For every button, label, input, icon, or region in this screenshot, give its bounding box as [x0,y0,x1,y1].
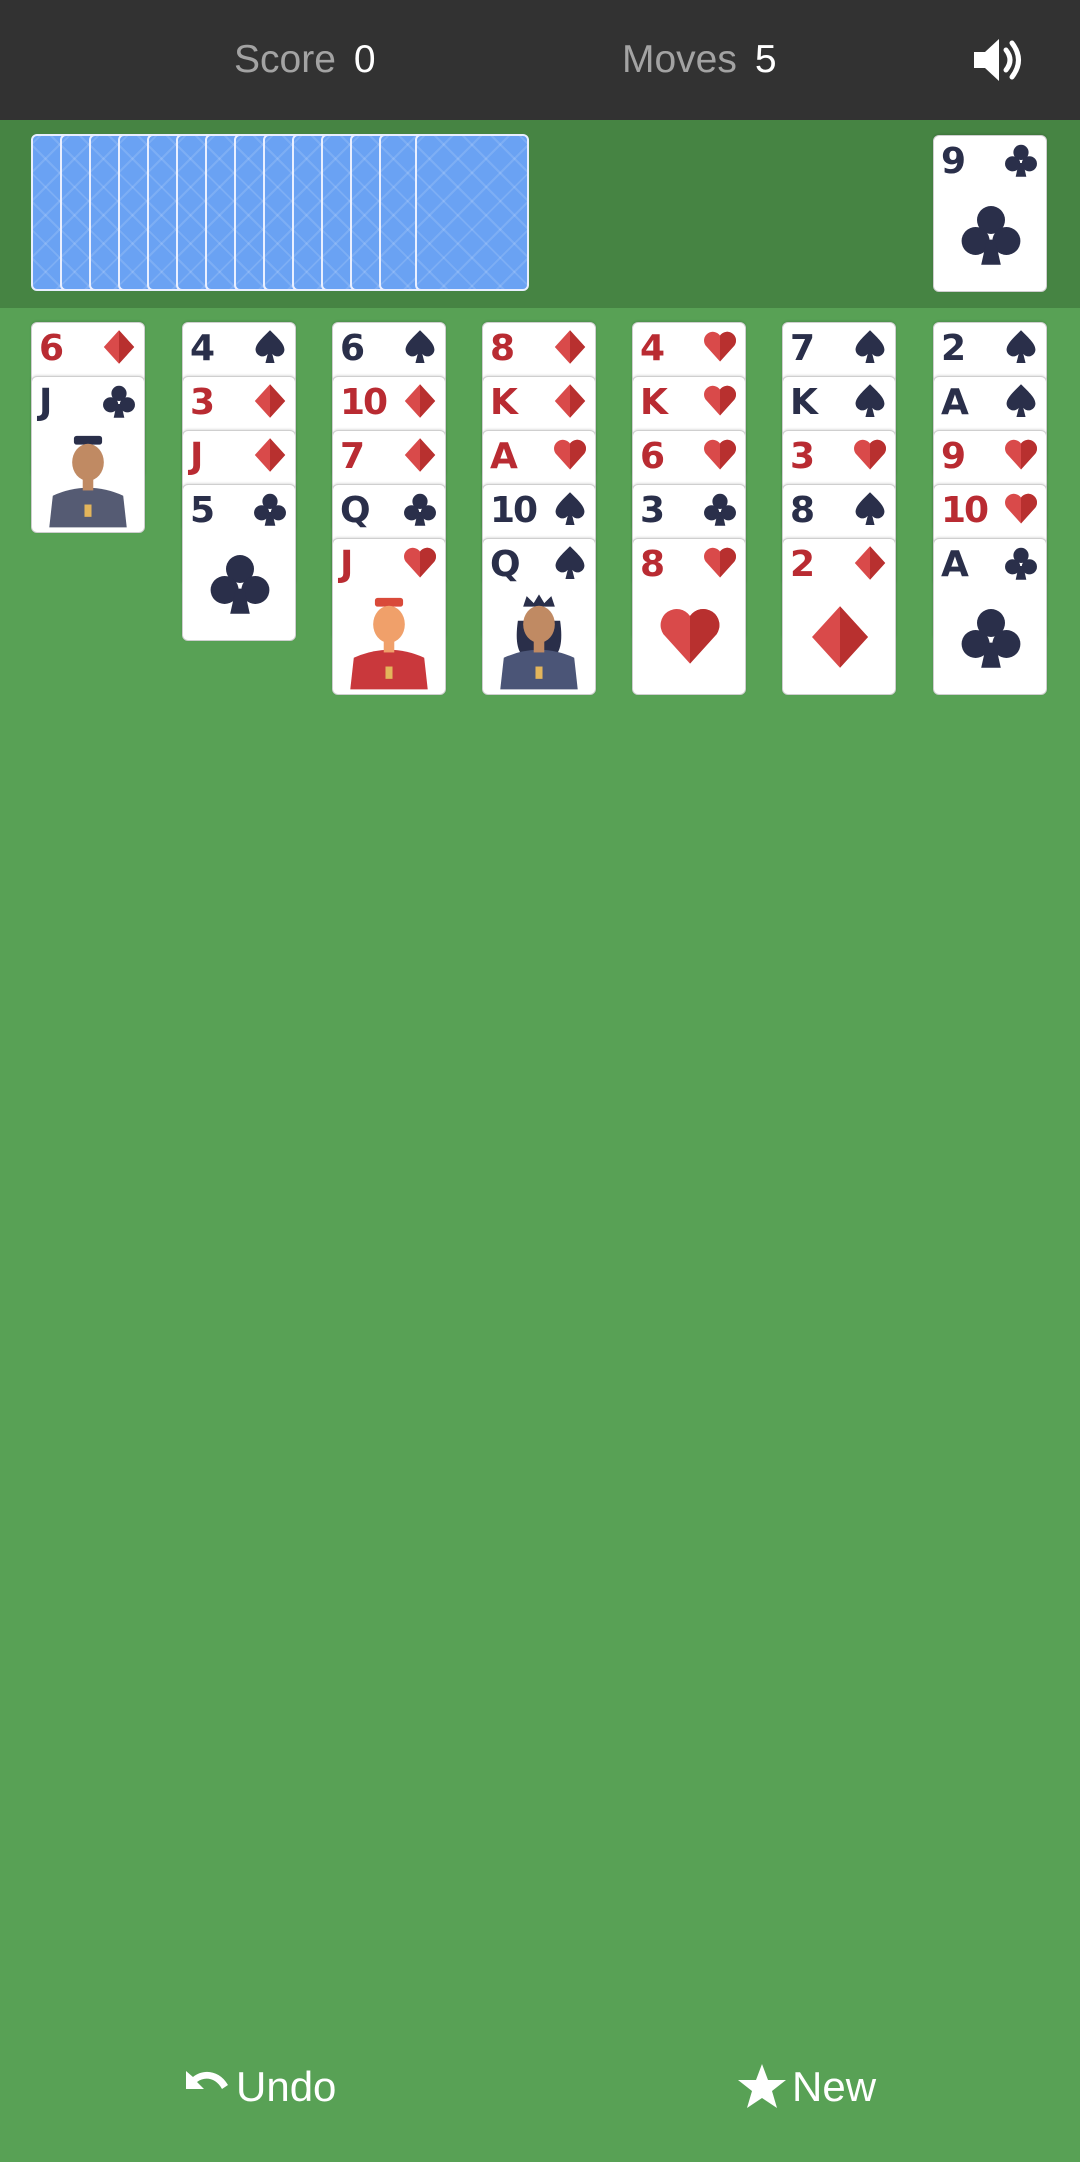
heart-icon [401,544,439,582]
undo-label: Undo [236,2063,337,2110]
diamond-icon [100,328,138,366]
club-icon [401,490,439,528]
diamond-icon [551,328,589,366]
card-rank: 5 [190,490,215,531]
card-rank: K [640,382,668,423]
heart-icon [1002,490,1040,528]
diamond-large-icon [805,597,875,677]
tableau-card[interactable]: 8 [632,538,746,695]
tableau-card[interactable]: 5 [182,484,296,641]
heart-icon [1002,436,1040,474]
card-rank: 3 [640,490,665,531]
club-icon [251,490,289,528]
heart-large-icon [655,597,725,677]
card-rank: 6 [39,328,64,369]
diamond-icon [851,544,889,582]
card-rank: 3 [790,436,815,477]
card-rank: Q [490,544,521,585]
card-rank: 3 [190,382,215,423]
card-rank: 9 [941,141,966,182]
club-icon [100,382,138,420]
card-rank: 8 [640,544,665,585]
top-bar: Score 0 Moves 5 [0,0,1080,120]
stock-card-back[interactable] [415,134,529,291]
card-rank: 10 [340,382,388,423]
card-rank: A [941,544,969,585]
tableau-card[interactable]: 2 [782,538,896,695]
card-rank: 6 [640,436,665,477]
face-card-art [345,589,433,693]
spade-icon [551,490,589,528]
card-rank: 10 [490,490,538,531]
card-rank: 7 [790,328,815,369]
card-rank: 7 [340,436,365,477]
diamond-icon [401,382,439,420]
card-rank: K [490,382,518,423]
card-rank: 8 [790,490,815,531]
heart-icon [851,436,889,474]
club-icon [701,490,739,528]
spade-icon [851,382,889,420]
card-rank: 2 [790,544,815,585]
diamond-icon [401,436,439,474]
heart-icon [551,436,589,474]
heart-icon [701,328,739,366]
card-rank: K [790,382,818,423]
spade-icon [551,544,589,582]
heart-icon [701,544,739,582]
heart-icon [701,382,739,420]
spade-icon [251,328,289,366]
card-rank: 9 [941,436,966,477]
club-icon [1002,141,1040,179]
card-rank: 4 [640,328,665,369]
diamond-icon [251,436,289,474]
club-large-icon [956,597,1026,677]
club-large-icon [956,194,1026,274]
undo-button[interactable]: Undo [180,2055,336,2119]
heart-icon [701,436,739,474]
card-rank: 6 [340,328,365,369]
club-large-icon [205,543,275,623]
tableau-card[interactable]: J [31,376,145,533]
star-icon [736,2063,788,2109]
moves-label: Moves [622,38,737,81]
score-display: Score 0 [234,0,376,120]
card-rank: A [490,436,518,477]
card-rank: J [39,382,52,423]
card-rank: A [941,382,969,423]
card-rank: 2 [941,328,966,369]
card-rank: 4 [190,328,215,369]
club-icon [1002,544,1040,582]
score-value: 0 [353,38,376,81]
new-game-button[interactable]: New [736,2055,876,2119]
moves-value: 5 [754,38,777,81]
speaker-icon[interactable] [970,32,1026,88]
undo-arrow-icon [180,2063,232,2109]
tableau-card[interactable]: A [933,538,1047,695]
card-rank: J [190,436,203,477]
spade-icon [1002,328,1040,366]
card-rank: J [340,544,353,585]
spade-icon [851,328,889,366]
spade-icon [1002,382,1040,420]
face-card-art [44,427,132,531]
diamond-icon [551,382,589,420]
new-label: New [792,2063,877,2110]
spade-icon [851,490,889,528]
foundation-card[interactable]: 9 [933,135,1047,292]
spade-icon [401,328,439,366]
tableau-card[interactable]: Q [482,538,596,695]
card-rank: 10 [941,490,989,531]
card-rank: 8 [490,328,515,369]
moves-display: Moves 5 [622,0,777,120]
diamond-icon [251,382,289,420]
face-card-art [495,589,583,693]
card-rank: Q [340,490,371,531]
score-label: Score [234,38,336,81]
tableau-card[interactable]: J [332,538,446,695]
